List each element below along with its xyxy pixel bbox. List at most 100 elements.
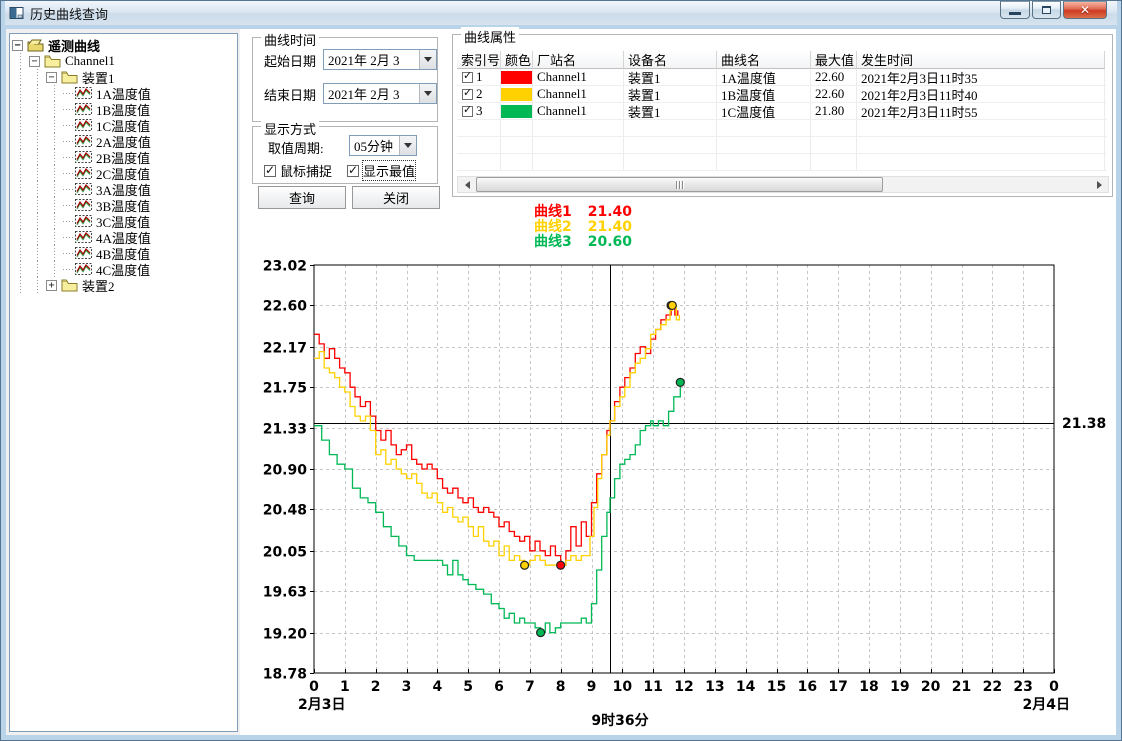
end-date-combo[interactable]: 2021年 2月 3 bbox=[323, 83, 437, 104]
tree-guide bbox=[12, 117, 29, 133]
row-checkbox[interactable]: ✓ bbox=[462, 106, 473, 117]
folder-root-icon bbox=[27, 38, 44, 52]
chart-icon bbox=[75, 102, 92, 116]
color-cell bbox=[501, 69, 533, 85]
table-empty-row bbox=[457, 154, 1107, 171]
row-checkbox[interactable]: ✓ bbox=[462, 72, 473, 83]
x-axis-label: 2 bbox=[371, 679, 381, 695]
tree-item-Channel1[interactable]: −Channel1 bbox=[12, 53, 235, 69]
period-combo[interactable]: 05分钟 bbox=[349, 135, 417, 156]
table-cell: 21.80 bbox=[811, 103, 857, 119]
chart-canvas[interactable]: 23.0222.6022.1721.7521.3320.9020.4820.05… bbox=[251, 253, 1122, 737]
curve-color-swatch bbox=[501, 105, 532, 118]
tree-connector bbox=[63, 229, 73, 245]
x-axis-label: 6 bbox=[494, 679, 504, 695]
window-content: −遥测曲线−Channel1−装置11A温度值1B温度值1C温度值2A温度值2B… bbox=[6, 29, 1116, 735]
chart-legend: 曲线121.40曲线221.40曲线320.60 bbox=[534, 205, 632, 250]
column-header-2[interactable]: 颜色 bbox=[501, 51, 533, 69]
x-axis-label: 15 bbox=[767, 679, 786, 695]
table-cell: 装置1 bbox=[624, 69, 717, 85]
table-cell: 1B温度值 bbox=[717, 86, 811, 102]
show-extremes-checkbox[interactable]: ✓ bbox=[347, 165, 359, 177]
tree-item-遥测曲线[interactable]: − 遥测曲线 bbox=[12, 37, 235, 53]
table-cell: Channel1 bbox=[533, 86, 624, 102]
y-axis-label: 18.78 bbox=[263, 667, 307, 683]
tree-guide bbox=[46, 133, 63, 149]
table-row[interactable]: ✓1Channel1装置11A温度值22.602021年2月3日11时35 bbox=[457, 69, 1107, 86]
tree-guide bbox=[12, 133, 29, 149]
tree-item-装置2[interactable]: + 装置2 bbox=[12, 277, 235, 293]
column-header-4[interactable]: 设备名 bbox=[624, 51, 717, 69]
mouse-snap-checkbox[interactable]: ✓ bbox=[264, 165, 276, 177]
app-window: 历史曲线查询 ✕ −遥测曲线−Channel1−装置11A温度值1B温度值1C温… bbox=[0, 0, 1122, 741]
table-row[interactable]: ✓3Channel1装置11C温度值21.802021年2月3日11时55 bbox=[457, 103, 1107, 120]
caption-buttons: ✕ bbox=[1000, 1, 1107, 19]
tree-item-4C温度值[interactable]: 4C温度值 bbox=[12, 261, 235, 277]
legend-series-value: 20.60 bbox=[588, 235, 632, 250]
end-date-dropdown-icon[interactable] bbox=[419, 84, 436, 103]
scrollbar-thumb[interactable] bbox=[476, 177, 883, 192]
table-cell: 22.60 bbox=[811, 69, 857, 85]
tree-item-label: 装置2 bbox=[82, 276, 115, 295]
row-checkbox[interactable]: ✓ bbox=[462, 89, 473, 100]
column-header-1[interactable]: 索引号 bbox=[457, 51, 501, 69]
series-line-曲线2 bbox=[314, 305, 679, 565]
x-axis-label: 22 bbox=[983, 679, 1002, 695]
column-header-5[interactable]: 曲线名 bbox=[717, 51, 811, 69]
scroll-left-icon bbox=[461, 181, 470, 189]
tree-guide bbox=[29, 277, 46, 293]
column-header-6[interactable]: 最大值 bbox=[811, 51, 857, 69]
tree-guide bbox=[12, 149, 29, 165]
period-dropdown-icon[interactable] bbox=[399, 136, 416, 155]
table-cell: 2021年2月3日11时55 bbox=[857, 103, 1105, 119]
mouse-snap-label: 鼠标捕捉 bbox=[280, 161, 332, 180]
table-horizontal-scrollbar[interactable] bbox=[457, 176, 1109, 193]
close-dialog-button[interactable]: 关闭 bbox=[352, 186, 440, 209]
x-axis-label: 3 bbox=[402, 679, 412, 695]
series-line-曲线1 bbox=[314, 305, 678, 565]
column-header-3[interactable]: 厂站名 bbox=[533, 51, 624, 69]
collapse-icon[interactable]: − bbox=[46, 72, 57, 83]
index-cell: ✓1 bbox=[457, 69, 501, 85]
y-axis-label: 22.17 bbox=[263, 341, 307, 357]
start-date-dropdown-icon[interactable] bbox=[419, 50, 436, 69]
scrollbar-track[interactable] bbox=[475, 177, 1091, 192]
column-header-7[interactable]: 发生时间 bbox=[857, 51, 1105, 69]
tree-connector bbox=[63, 101, 73, 117]
legend-series-value: 21.40 bbox=[588, 205, 632, 220]
tree-item-label: 遥测曲线 bbox=[48, 36, 100, 55]
tree-guide bbox=[12, 261, 29, 277]
table-cell: 装置1 bbox=[624, 103, 717, 119]
query-button[interactable]: 查询 bbox=[258, 186, 346, 209]
show-extremes-checkrow[interactable]: ✓ 显示最值 bbox=[347, 161, 415, 180]
tree-guide bbox=[46, 117, 63, 133]
tree-guide bbox=[12, 245, 29, 261]
x-axis-label: 1 bbox=[340, 679, 350, 695]
start-date-combo[interactable]: 2021年 2月 3 bbox=[323, 49, 437, 70]
collapse-icon[interactable]: − bbox=[29, 56, 40, 67]
restore-button[interactable] bbox=[1032, 1, 1061, 19]
collapse-icon[interactable]: − bbox=[12, 40, 23, 51]
series-line-曲线3 bbox=[314, 382, 680, 632]
display-mode-title: 显示方式 bbox=[261, 119, 319, 138]
chart-icon bbox=[75, 230, 92, 244]
scroll-left-button[interactable] bbox=[458, 177, 475, 192]
tree-connector bbox=[63, 197, 73, 213]
scroll-right-button[interactable] bbox=[1091, 177, 1108, 192]
history-curve-chart[interactable]: 23.0222.6022.1721.7521.3320.9020.4820.05… bbox=[251, 253, 1122, 741]
period-value: 05分钟 bbox=[350, 136, 399, 155]
close-button[interactable]: ✕ bbox=[1063, 1, 1107, 19]
folder-icon bbox=[61, 70, 78, 84]
expand-icon[interactable]: + bbox=[46, 280, 57, 291]
chart-icon bbox=[75, 150, 92, 164]
x-axis-label: 7 bbox=[525, 679, 535, 695]
y-axis-label: 20.48 bbox=[263, 503, 307, 519]
minimize-button[interactable] bbox=[1000, 1, 1030, 19]
curve-tree: −遥测曲线−Channel1−装置11A温度值1B温度值1C温度值2A温度值2B… bbox=[9, 33, 238, 732]
folder-icon bbox=[44, 54, 61, 68]
tree-guide bbox=[46, 101, 63, 117]
table-row[interactable]: ✓2Channel1装置11B温度值22.602021年2月3日11时40 bbox=[457, 86, 1107, 103]
x-axis-label: 4 bbox=[432, 679, 442, 695]
mouse-snap-checkrow[interactable]: ✓ 鼠标捕捉 bbox=[264, 161, 332, 180]
tree-connector bbox=[63, 181, 73, 197]
